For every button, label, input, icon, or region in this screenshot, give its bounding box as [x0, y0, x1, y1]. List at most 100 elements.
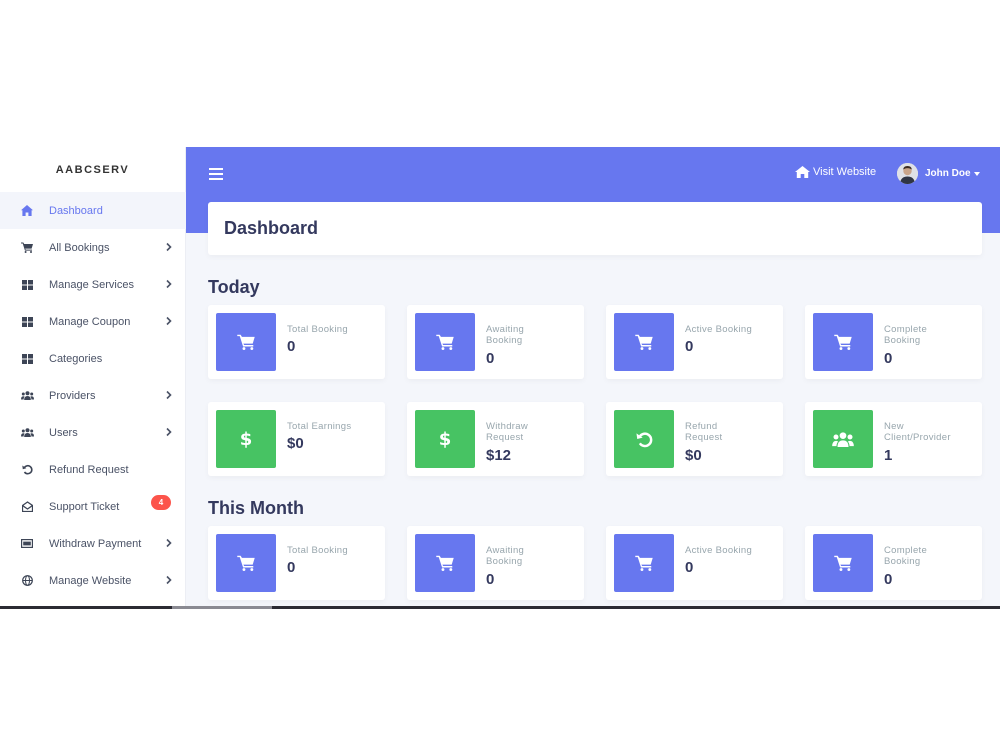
- user-name: John Doe: [925, 168, 971, 179]
- dollar-icon: $: [415, 410, 475, 468]
- stat-card-total-booking: Total Booking 0: [208, 305, 385, 379]
- avatar: [897, 163, 918, 184]
- grid-icon: [20, 278, 34, 292]
- sidebar-item-manage-services[interactable]: Manage Services: [0, 266, 186, 303]
- cart-icon: [415, 313, 475, 371]
- card-value: 0: [287, 338, 296, 355]
- grid-icon: [20, 315, 34, 329]
- sidebar-item-manage-website[interactable]: Manage Website: [0, 562, 186, 599]
- card-label: Total Booking: [287, 324, 348, 335]
- globe-icon: [20, 574, 34, 588]
- sidebar-item-all-bookings[interactable]: All Bookings: [0, 229, 186, 266]
- stat-card-complete-booking: Complete Booking 0: [805, 305, 982, 379]
- card-value: 0: [486, 571, 495, 588]
- sidebar-item-label: Manage Services: [49, 278, 134, 291]
- chevron-right-icon: [166, 575, 172, 585]
- sidebar-item-label: Refund Request: [49, 463, 129, 476]
- cart-icon: [216, 534, 276, 592]
- card-label: Total Earnings: [287, 421, 352, 432]
- card-value: 0: [486, 350, 495, 367]
- users-icon: [20, 426, 34, 440]
- dollar-icon: $: [216, 410, 276, 468]
- hamburger-menu-icon[interactable]: [209, 168, 223, 180]
- card-label: Awaiting Booking: [486, 324, 525, 346]
- card-value: 0: [685, 559, 694, 576]
- cart-icon: [614, 313, 674, 371]
- cart-icon: [614, 534, 674, 592]
- window-bottom-border: [0, 606, 1000, 609]
- home-icon: [795, 166, 810, 178]
- brand-logo[interactable]: AABCSERV: [0, 147, 185, 192]
- scrollbar-segment: [172, 606, 272, 609]
- sidebar-item-label: Categories: [49, 352, 103, 365]
- sidebar-item-label: Dashboard: [49, 204, 103, 217]
- app-window: AABCSERV Dashboard All Bookings Manage S…: [0, 147, 1000, 607]
- visit-website-link[interactable]: Visit Website: [795, 166, 876, 178]
- sidebar-item-support-ticket[interactable]: Support Ticket 4: [0, 488, 186, 525]
- chevron-right-icon: [166, 316, 172, 326]
- undo-icon: [614, 410, 674, 468]
- cart-icon: [813, 313, 873, 371]
- card-label: Complete Booking: [884, 324, 928, 346]
- grid-icon: [20, 352, 34, 366]
- cart-icon: [415, 534, 475, 592]
- sidebar-item-label: Support Ticket: [49, 500, 120, 513]
- visit-website-label: Visit Website: [813, 166, 877, 178]
- ticket-count-badge: 4: [151, 495, 171, 510]
- stat-card-total-earnings: $ Total Earnings $0: [208, 402, 385, 476]
- card-value: 0: [884, 350, 893, 367]
- chevron-right-icon: [166, 427, 172, 437]
- stat-card-month-complete-booking: Complete Booking 0: [805, 526, 982, 600]
- stat-card-month-active-booking: Active Booking 0: [606, 526, 783, 600]
- sidebar-item-label: Providers: [49, 389, 96, 402]
- card-value: $0: [685, 447, 702, 464]
- stat-card-active-booking: Active Booking 0: [606, 305, 783, 379]
- card-label: Complete Booking: [884, 545, 928, 567]
- card-label: Awaiting Booking: [486, 545, 525, 567]
- sidebar-item-label: Manage Website: [49, 574, 132, 587]
- stat-card-withdraw-request: $ Withdraw Request $12: [407, 402, 584, 476]
- caret-down-icon: [973, 171, 980, 176]
- card-label: Total Booking: [287, 545, 348, 556]
- users-icon: [813, 410, 873, 468]
- cart-icon: [813, 534, 873, 592]
- card-label: Refund Request: [685, 421, 723, 443]
- sidebar-item-dashboard[interactable]: Dashboard: [0, 192, 186, 229]
- chevron-right-icon: [166, 242, 172, 252]
- card-label: Withdraw Request: [486, 421, 528, 443]
- sidebar-item-label: Withdraw Payment: [49, 537, 142, 550]
- card-value: 0: [685, 338, 694, 355]
- chevron-right-icon: [166, 279, 172, 289]
- card-value: 1: [884, 447, 893, 464]
- card-label: Active Booking: [685, 324, 753, 335]
- sidebar-item-refund-request[interactable]: Refund Request: [0, 451, 186, 488]
- home-icon: [20, 204, 34, 218]
- sidebar-item-categories[interactable]: Categories: [0, 340, 186, 377]
- stat-card-refund-request: Refund Request $0: [606, 402, 783, 476]
- sidebar-item-providers[interactable]: Providers: [0, 377, 186, 414]
- card-value: $0: [287, 435, 304, 452]
- sidebar: AABCSERV Dashboard All Bookings Manage S…: [0, 147, 186, 607]
- page-header-card: Dashboard: [208, 202, 982, 255]
- users-icon: [20, 389, 34, 403]
- sidebar-item-withdraw-payment[interactable]: Withdraw Payment: [0, 525, 186, 562]
- sidebar-item-users[interactable]: Users: [0, 414, 186, 451]
- sidebar-item-manage-coupon[interactable]: Manage Coupon: [0, 303, 186, 340]
- chevron-right-icon: [166, 538, 172, 548]
- section-title-this-month: This Month: [208, 498, 304, 518]
- sidebar-item-label: Manage Coupon: [49, 315, 131, 328]
- card-value: 0: [287, 559, 296, 576]
- page-title: Dashboard: [224, 218, 319, 238]
- user-dropdown[interactable]: John Doe: [897, 163, 980, 184]
- undo-icon: [20, 463, 34, 477]
- card-value: 0: [884, 571, 893, 588]
- stat-card-month-total-booking: Total Booking 0: [208, 526, 385, 600]
- stat-card-awaiting-booking: Awaiting Booking 0: [407, 305, 584, 379]
- sidebar-item-label: Users: [49, 426, 78, 439]
- card-value: $12: [486, 447, 512, 464]
- card-label: Active Booking: [685, 545, 753, 556]
- cart-icon: [216, 313, 276, 371]
- cart-icon: [20, 241, 34, 255]
- envelope-open-icon: [20, 500, 34, 514]
- sidebar-item-label: All Bookings: [49, 241, 110, 254]
